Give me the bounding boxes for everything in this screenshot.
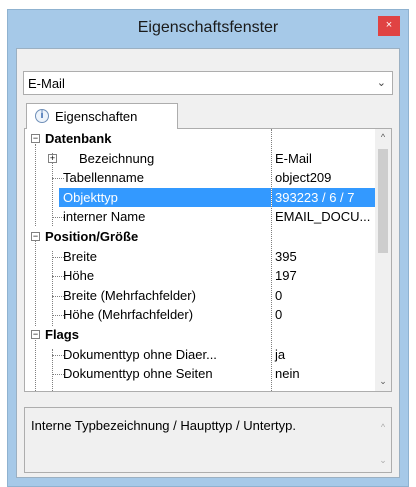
- property-name: Objekttyp: [63, 189, 118, 205]
- property-value: 0: [275, 307, 283, 323]
- tab-eigenschaften[interactable]: i Eigenschaften: [26, 103, 178, 129]
- property-name: Höhe: [63, 268, 95, 284]
- property-value: 393223 / 6 / 7: [275, 189, 355, 205]
- properties-window: Eigenschaftsfenster × E-Mail ⌄ i Eigensc…: [7, 9, 409, 487]
- collapse-icon[interactable]: −: [31, 330, 40, 339]
- category-position-groesse[interactable]: − Position/Größe: [25, 227, 377, 247]
- property-value: 197: [275, 268, 297, 284]
- property-name: Dokumenttyp ohne Seiten: [63, 366, 213, 382]
- chevron-down-icon[interactable]: ⌄: [377, 76, 386, 89]
- property-row-objekttyp[interactable]: Objekttyp 393223 / 6 / 7: [25, 187, 377, 208]
- property-name: interner Name: [63, 209, 146, 225]
- column-splitter[interactable]: [271, 129, 272, 391]
- property-row-breite[interactable]: Breite 395: [25, 247, 377, 267]
- close-button[interactable]: ×: [378, 16, 400, 36]
- property-value: EMAIL_DOCU...: [275, 209, 371, 225]
- scroll-down-icon[interactable]: ⌄: [375, 376, 391, 387]
- window-title: Eigenschaftsfenster: [137, 19, 279, 36]
- collapse-icon[interactable]: −: [31, 134, 40, 143]
- category-label: Position/Größe: [45, 229, 139, 244]
- property-grid-scrollbar[interactable]: ^ ⌄: [375, 129, 391, 391]
- property-value: E-Mail: [275, 150, 312, 166]
- scroll-up-icon[interactable]: ^: [375, 132, 391, 142]
- scroll-down-icon[interactable]: ⌄: [375, 455, 391, 466]
- property-grid: − Datenbank + Bezeichnung E-Mail Tabelle…: [24, 128, 392, 392]
- collapse-icon[interactable]: −: [31, 232, 40, 241]
- info-icon: i: [35, 109, 49, 123]
- close-icon: ×: [385, 19, 393, 31]
- category-label: Flags: [45, 327, 79, 342]
- property-name: Dokumenttyp ohne Diaer...: [63, 346, 217, 362]
- scrollbar-thumb[interactable]: [378, 149, 388, 253]
- property-row-bezeichnung[interactable]: + Bezeichnung E-Mail: [25, 149, 377, 169]
- property-name: Höhe (Mehrfachfelder): [63, 307, 194, 323]
- property-name: Breite (Mehrfachfelder): [63, 287, 196, 303]
- property-name: Tabellenname: [63, 170, 144, 186]
- property-name: Breite: [63, 248, 97, 264]
- property-value: nein: [275, 366, 300, 382]
- category-flags[interactable]: − Flags: [25, 325, 377, 345]
- property-row-dokumenttyp-ohne-diaer[interactable]: Dokumenttyp ohne Diaer... ja: [25, 345, 377, 365]
- property-value: 0: [275, 287, 283, 303]
- title-bar[interactable]: Eigenschaftsfenster ×: [8, 10, 408, 47]
- description-scrollbar[interactable]: ^ ⌄: [375, 408, 391, 472]
- expand-icon[interactable]: +: [48, 153, 57, 163]
- object-selector-value: E-Mail: [28, 76, 65, 91]
- property-row-dokumenttyp-ohne-seiten[interactable]: Dokumenttyp ohne Seiten nein: [25, 364, 377, 384]
- property-row-hoehe[interactable]: Höhe 197: [25, 266, 377, 286]
- scroll-up-icon[interactable]: ^: [375, 422, 391, 432]
- property-row-interner-name[interactable]: interner Name EMAIL_DOCU...: [25, 207, 377, 227]
- property-row-tabellenname[interactable]: Tabellenname object209: [25, 168, 377, 188]
- property-row-hoehe-mehrfachfelder[interactable]: Höhe (Mehrfachfelder) 0: [25, 305, 377, 325]
- category-datenbank[interactable]: − Datenbank: [25, 129, 377, 149]
- property-name: Bezeichnung: [79, 150, 155, 166]
- property-value: ja: [275, 346, 286, 362]
- property-value: 395: [275, 248, 297, 264]
- property-row-breite-mehrfachfelder[interactable]: Breite (Mehrfachfelder) 0: [25, 286, 377, 306]
- category-label: Datenbank: [45, 131, 112, 146]
- object-selector-dropdown[interactable]: E-Mail ⌄: [23, 71, 393, 95]
- window-client-area: E-Mail ⌄ i Eigenschaften − Datenbank + B…: [16, 48, 400, 478]
- property-value: object209: [275, 170, 332, 186]
- description-text: Interne Typbezeichnung / Haupttyp / Unte…: [31, 418, 296, 433]
- description-panel: Interne Typbezeichnung / Haupttyp / Unte…: [24, 407, 392, 473]
- tab-label: Eigenschaften: [55, 109, 138, 124]
